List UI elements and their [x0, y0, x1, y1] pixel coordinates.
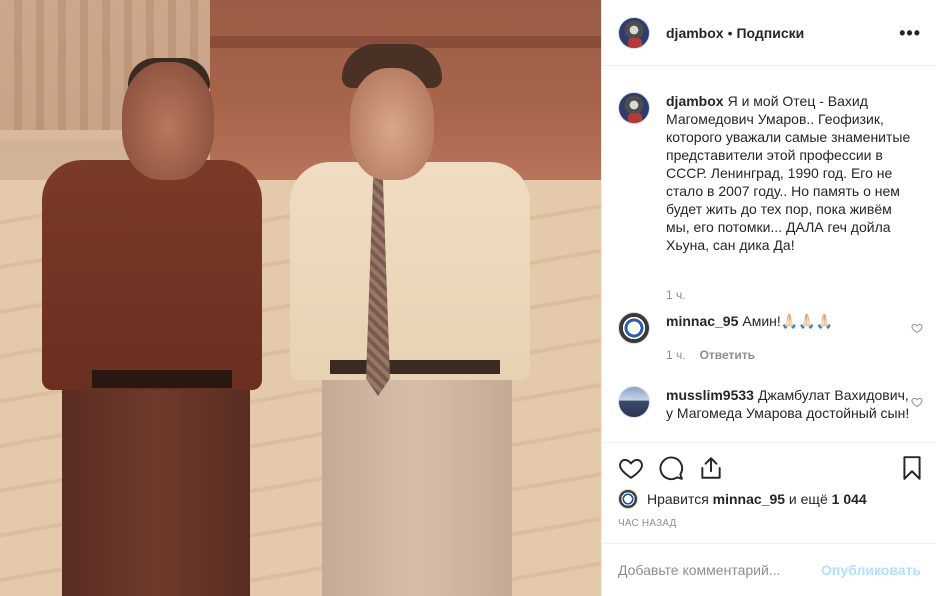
- photo-man-right-face: [350, 68, 434, 180]
- post-actions: [602, 442, 936, 494]
- comment-icon[interactable]: [658, 455, 684, 481]
- photo-man-left-face: [122, 62, 214, 180]
- commenter-avatar[interactable]: [618, 386, 650, 418]
- comment-text: musslim9533 Джамбулат Вахидович, у Магоме…: [666, 386, 916, 422]
- caption-time[interactable]: 1 ч.: [666, 288, 686, 302]
- photo-man-right-belt: [330, 360, 500, 374]
- photo-man-left-belt: [92, 370, 232, 388]
- caption-item: djambox Я и мой Отец - Вахид Магомедович …: [618, 92, 923, 322]
- comment-author-username[interactable]: minnac_95: [666, 313, 738, 329]
- comment-like-icon[interactable]: [911, 322, 923, 334]
- comment-text: minnac_95 Амин!🙏🏻🙏🏻🙏🏻: [666, 312, 916, 330]
- follow-status-button[interactable]: Подписки: [736, 25, 804, 41]
- caption-body: Я и мой Отец - Вахид Магомедович Умаров.…: [666, 93, 911, 253]
- bookmark-icon[interactable]: [899, 455, 925, 481]
- likes-prefix: Нравится: [647, 491, 713, 507]
- add-comment-bar: Опубликовать: [602, 543, 936, 596]
- photo-man-right-shirt: [290, 162, 530, 380]
- comment-time[interactable]: 1 ч.: [666, 348, 686, 362]
- post-header: djambox • Подписки •••: [602, 0, 936, 66]
- liker-avatar[interactable]: [618, 489, 638, 509]
- post-comment-button[interactable]: Опубликовать: [821, 562, 921, 578]
- caption-author-username[interactable]: djambox: [666, 93, 724, 109]
- heart-icon[interactable]: [618, 455, 644, 481]
- comment-body: Амин!🙏🏻🙏🏻🙏🏻: [742, 313, 834, 329]
- likes-middle: и ещё: [785, 491, 832, 507]
- comment-item: minnac_95 Амин!🙏🏻🙏🏻🙏🏻 1 ч. Ответить: [618, 312, 923, 372]
- likes-summary: Нравится minnac_95 и ещё 1 044: [618, 488, 928, 510]
- comment-item: musslim9533 Джамбулат Вахидович, у Магоме…: [618, 386, 923, 442]
- author-avatar[interactable]: [618, 17, 650, 49]
- likes-count[interactable]: 1 044: [832, 491, 867, 507]
- comment-like-icon[interactable]: [911, 396, 923, 408]
- header-user-line: djambox • Подписки: [666, 24, 804, 42]
- caption-text: djambox Я и мой Отец - Вахид Магомедович …: [666, 92, 916, 254]
- photo-man-left-shirt: [42, 160, 262, 390]
- comments-list[interactable]: djambox Я и мой Отец - Вахид Магомедович …: [602, 66, 936, 442]
- post-sidebar: djambox • Подписки ••• djambox Я и мой Отец…: [601, 0, 936, 596]
- post-photo[interactable]: [0, 0, 601, 596]
- comment-author-username[interactable]: musslim9533: [666, 387, 754, 403]
- dot-separator: •: [727, 25, 733, 41]
- share-icon[interactable]: [698, 455, 724, 481]
- likes-text: Нравится minnac_95 и ещё 1 044: [647, 488, 867, 510]
- post-timestamp[interactable]: ЧАС НАЗАД: [618, 518, 677, 529]
- caption-author-avatar[interactable]: [618, 92, 650, 124]
- commenter-avatar[interactable]: [618, 312, 650, 344]
- more-options-icon[interactable]: •••: [899, 24, 921, 42]
- author-username[interactable]: djambox: [666, 25, 724, 41]
- photo-man-left-trousers: [62, 385, 250, 596]
- comment-meta: 1 ч. Ответить: [666, 348, 755, 362]
- comment-input[interactable]: [618, 558, 813, 582]
- photo-man-right-trousers: [322, 372, 512, 596]
- reply-button[interactable]: Ответить: [700, 348, 755, 362]
- liker-username[interactable]: minnac_95: [713, 491, 785, 507]
